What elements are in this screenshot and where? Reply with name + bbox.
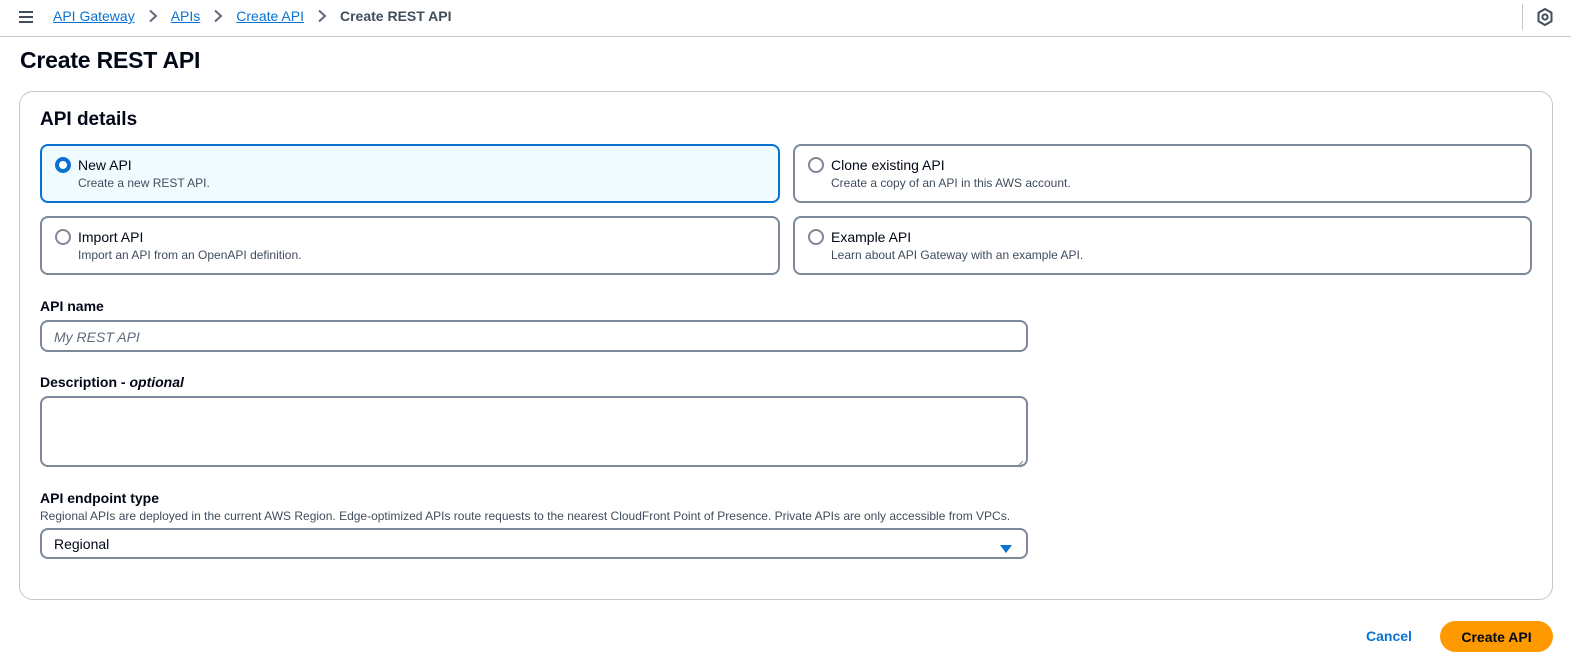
option-tile-clone-existing-api[interactable]: Clone existing API Create a copy of an A… <box>793 144 1532 203</box>
chevron-right-icon <box>148 9 159 23</box>
option-tile-new-api[interactable]: New API Create a new REST API. <box>40 144 780 203</box>
endpoint-type-label: API endpoint type <box>40 490 159 506</box>
api-name-label: API name <box>40 298 104 314</box>
option-description: Create a new REST API. <box>78 176 210 190</box>
radio-button[interactable] <box>808 229 824 245</box>
breadcrumb: API Gateway APIs Create API Create REST … <box>53 8 452 24</box>
api-details-container: API details New API Create a new REST AP… <box>19 91 1553 600</box>
api-name-placeholder: My REST API <box>54 329 140 345</box>
chevron-right-icon <box>213 9 224 23</box>
settings-gear-icon[interactable] <box>1535 7 1555 27</box>
radio-button[interactable] <box>808 157 824 173</box>
option-description: Create a copy of an API in this AWS acco… <box>831 176 1071 190</box>
option-label: Clone existing API <box>831 157 945 173</box>
caret-down-icon <box>1000 540 1012 553</box>
description-label-text: Description <box>40 374 118 390</box>
hamburger-menu-icon[interactable] <box>18 9 34 25</box>
section-title: API details <box>40 109 138 130</box>
radio-button-selected[interactable] <box>55 157 71 173</box>
option-label: Example API <box>831 229 912 245</box>
endpoint-type-select[interactable]: Regional <box>40 528 1028 559</box>
optional-tag: optional <box>129 374 184 390</box>
breadcrumb-link-api-gateway[interactable]: API Gateway <box>53 8 135 24</box>
endpoint-type-hint: Regional APIs are deployed in the curren… <box>40 509 1011 523</box>
page-title: Create REST API <box>20 47 201 73</box>
endpoint-type-value: Regional <box>54 536 110 552</box>
breadcrumb-link-apis[interactable]: APIs <box>171 8 201 24</box>
topbar-divider <box>1522 4 1523 30</box>
chevron-right-icon <box>317 9 328 23</box>
breadcrumb-current: Create REST API <box>339 8 452 24</box>
description-label: Description - optional <box>40 374 184 390</box>
radio-button[interactable] <box>55 229 71 245</box>
create-api-button[interactable]: Create API <box>1440 621 1553 652</box>
option-description: Learn about API Gateway with an example … <box>831 248 1084 262</box>
resize-handle-icon[interactable] <box>1016 455 1024 468</box>
option-description: Import an API from an OpenAPI definition… <box>78 248 302 262</box>
breadcrumb-link-create-api[interactable]: Create API <box>236 8 304 24</box>
option-tile-import-api[interactable]: Import API Import an API from an OpenAPI… <box>40 216 780 275</box>
option-label: Import API <box>78 229 144 245</box>
option-tile-example-api[interactable]: Example API Learn about API Gateway with… <box>793 216 1532 275</box>
api-name-input[interactable]: My REST API <box>40 320 1028 352</box>
description-textarea[interactable] <box>40 396 1028 468</box>
option-label: New API <box>78 157 132 173</box>
cancel-button[interactable]: Cancel <box>1366 628 1412 644</box>
top-navigation-bar: API Gateway APIs Create API Create REST … <box>0 0 1571 37</box>
